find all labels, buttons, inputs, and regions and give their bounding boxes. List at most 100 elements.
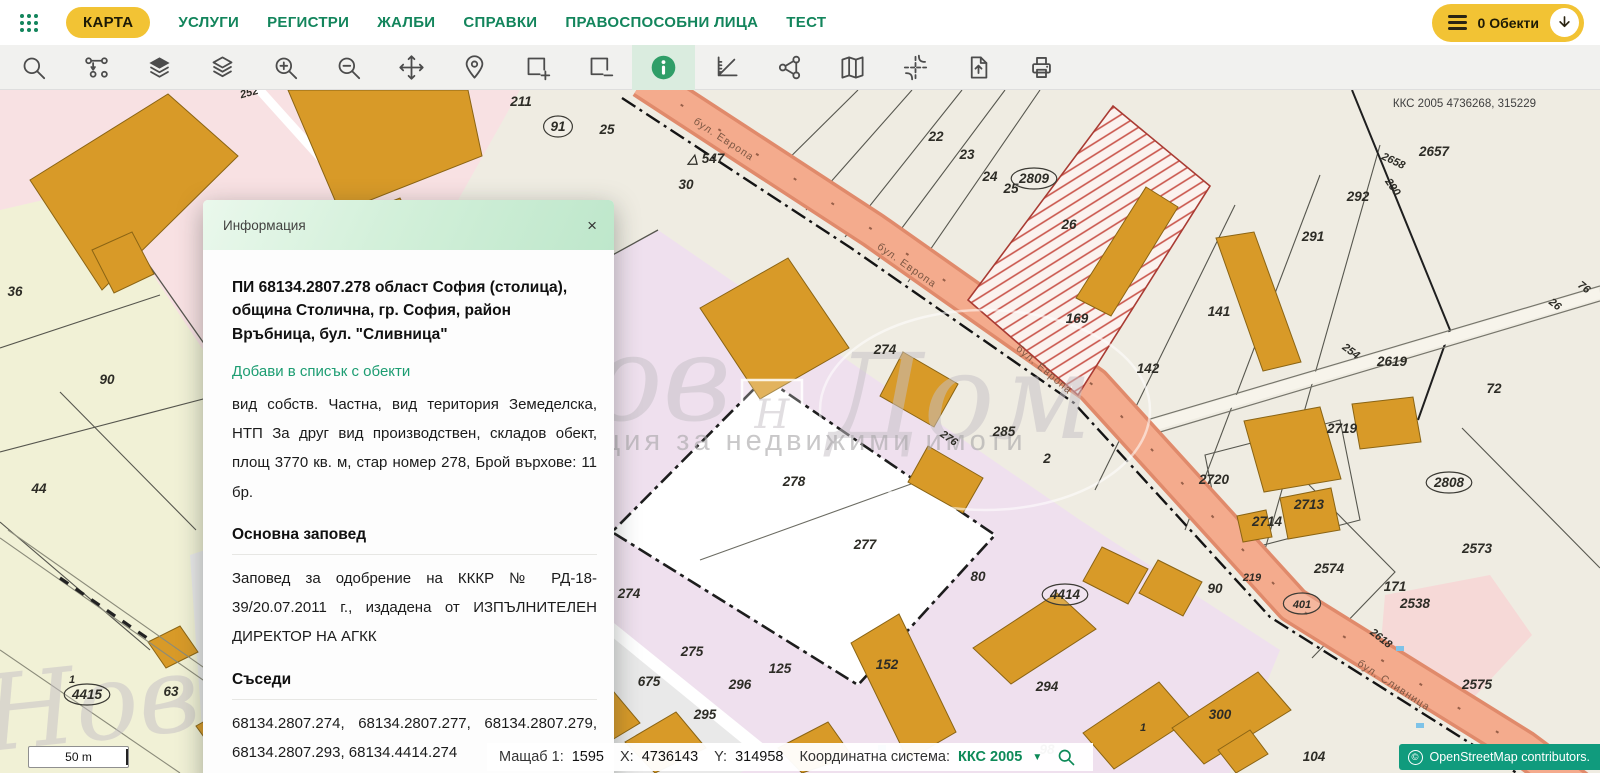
svg-text:141: 141 [1208,304,1231,319]
close-icon[interactable]: × [587,217,597,234]
pan-tool-button[interactable] [380,45,443,90]
svg-text:80: 80 [970,569,986,584]
svg-text:278: 278 [782,474,806,489]
info-popup-body: ПИ 68134.2807.278 област София (столица)… [203,250,614,773]
download-objects-button[interactable] [1550,8,1579,37]
svg-text:219: 219 [1242,572,1262,584]
svg-text:90: 90 [99,372,115,387]
select-rect-remove-icon [587,54,614,81]
parcel-heading: ПИ 68134.2807.278 област София (столица)… [232,276,597,346]
add-to-objects-link[interactable]: Добави в списък с обекти [232,363,410,380]
nav-item-5[interactable]: ПРАВОСПОСОБНИ ЛИЦА [565,14,758,31]
scale-value[interactable]: 1595 [572,749,604,765]
crs-select[interactable]: ККС 2005 [958,749,1022,765]
svg-text:1: 1 [69,674,75,686]
x-value: 4736143 [642,749,698,765]
y-value: 314958 [735,749,783,765]
svg-text:104: 104 [1303,749,1326,764]
svg-text:274: 274 [617,586,641,601]
info-tool-button[interactable] [632,45,695,90]
svg-text:2719: 2719 [1326,421,1358,436]
zoom-out-icon [335,54,362,81]
print-icon [1028,54,1055,81]
svg-text:2808: 2808 [1433,475,1465,490]
select-rect-add-icon [524,54,551,81]
svg-text:275: 275 [680,644,704,659]
nav-item-6[interactable]: ТЕСТ [786,14,826,31]
zoom-out-tool-button[interactable] [317,45,380,90]
svg-text:91: 91 [550,119,565,134]
coordinate-search-button[interactable] [1056,747,1076,767]
map-folded-icon [839,54,866,81]
location-tool-button[interactable] [443,45,506,90]
nav-item-0[interactable]: КАРТА [66,7,150,38]
app-window: КАРТА УСЛУГИ РЕГИСТРИ ЖАЛБИ СПРАВКИ ПРАВОСПОС… [0,0,1600,773]
arrow-down-icon [1557,15,1572,30]
svg-text:2714: 2714 [1251,514,1283,529]
search-icon [1056,747,1076,767]
scale-bar: 50 m [28,746,129,768]
share-graph-tool-button[interactable] [758,45,821,90]
map-toolbar [0,45,1600,90]
svg-text:296: 296 [728,677,752,692]
svg-text:2575: 2575 [1461,677,1493,692]
objects-menu-button[interactable]: 0 Обекти [1432,4,1584,42]
export-file-tool-button[interactable] [947,45,1010,90]
svg-text:2713: 2713 [1293,497,1325,512]
scale-label: Мащаб 1: [499,749,564,765]
measure-corner-tool-button[interactable] [695,45,758,90]
select-path-tool-button[interactable] [65,45,128,90]
svg-text:142: 142 [1137,361,1160,376]
svg-text:1: 1 [1140,722,1146,734]
info-icon [650,54,677,81]
y-label: Y: [714,749,727,765]
svg-text:2: 2 [1042,451,1051,466]
search-tool-button[interactable] [2,45,65,90]
x-label: X: [620,749,634,765]
nav-item-2[interactable]: РЕГИСТРИ [267,14,349,31]
print-tool-button[interactable] [1010,45,1073,90]
layers-filled-icon [146,54,173,81]
map-canvas[interactable]: Нов Дом Н агенция за недвижими имоти Нов… [0,90,1600,773]
junction-tool-button[interactable] [884,45,947,90]
layers-outline-tool-button[interactable] [191,45,254,90]
svg-text:294: 294 [1035,679,1059,694]
pan-icon [398,54,425,81]
select-rect-add-tool-button[interactable] [506,45,569,90]
chevron-down-icon[interactable]: ▼ [1032,752,1042,763]
hamburger-icon [1448,15,1467,30]
measure-corner-icon [713,54,740,81]
parcel-details: вид собств. Частна, вид територия Земеде… [232,390,597,507]
zoom-in-tool-button[interactable] [254,45,317,90]
svg-text:274: 274 [873,342,897,357]
svg-text:285: 285 [992,424,1016,439]
svg-text:125: 125 [769,661,792,676]
svg-text:291: 291 [1301,229,1325,244]
svg-text:2720: 2720 [1198,472,1230,487]
map-folded-tool-button[interactable] [821,45,884,90]
popup-title: Информация [223,218,306,233]
layers-filled-tool-button[interactable] [128,45,191,90]
popup-section-title: Основна заповед [232,526,597,555]
svg-text:2538: 2538 [1399,596,1431,611]
layers-outline-icon [209,54,236,81]
svg-text:2809: 2809 [1018,171,1050,186]
svg-text:4415: 4415 [71,687,103,702]
search-icon [20,54,47,81]
popup-section-text: Заповед за одобрение на КККР № РД-18-39/… [232,564,597,652]
popup-sections: Основна заповед Заповед за одобрение на К… [232,526,597,767]
svg-text:300: 300 [1209,707,1232,722]
info-popup: Информация × ПИ 68134.2807.278 област Со… [203,200,614,773]
junction-icon [902,54,929,81]
info-popup-header: Информация × [203,200,614,250]
apps-grid-icon[interactable] [18,12,40,34]
select-rect-remove-tool-button[interactable] [569,45,632,90]
svg-text:30: 30 [678,177,694,192]
osm-attribution[interactable]: © OpenStreetMap contributors. [1399,744,1600,770]
objects-count-label: 0 Обекти [1478,15,1539,31]
nav-item-3[interactable]: ЖАЛБИ [377,14,435,31]
svg-text:36: 36 [7,284,23,299]
export-file-icon [965,54,992,81]
nav-item-4[interactable]: СПРАВКИ [463,14,537,31]
nav-item-1[interactable]: УСЛУГИ [178,14,239,31]
